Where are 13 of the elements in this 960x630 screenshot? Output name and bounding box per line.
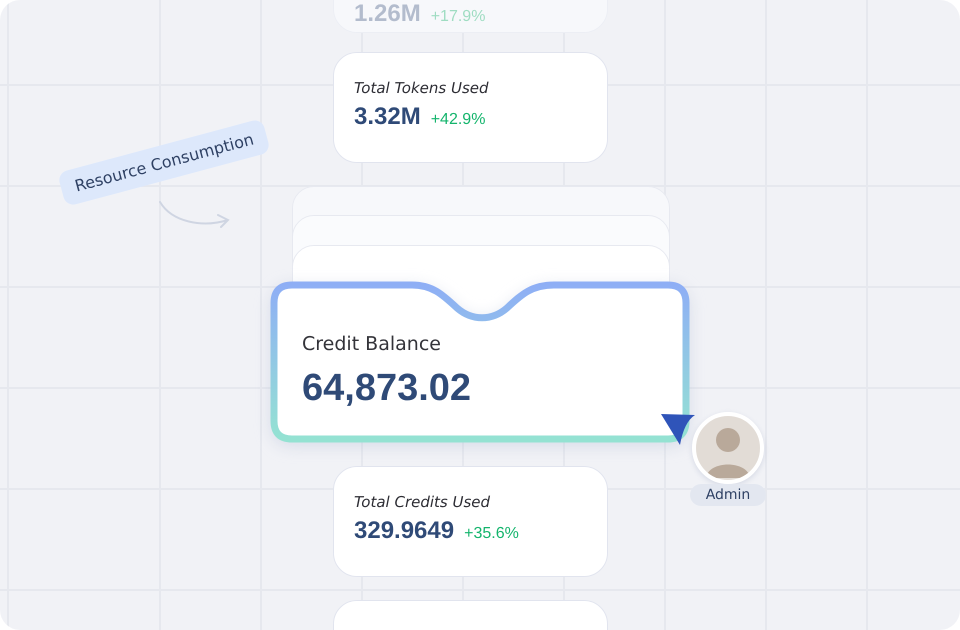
balance-label: Credit Balance bbox=[302, 333, 442, 355]
stat-value: 3.32M bbox=[354, 103, 421, 131]
cursor-icon bbox=[660, 412, 696, 446]
change-percent: +42.9% bbox=[430, 111, 486, 129]
stat-value: 329.9649 bbox=[354, 517, 454, 545]
change-percent: +17.9% bbox=[430, 8, 486, 26]
user-role-label: Admin bbox=[690, 484, 766, 506]
stat-label: Total Tokens Used bbox=[354, 79, 490, 97]
stat-label: Total Credits Used bbox=[354, 493, 492, 511]
balance-value: 64,873.02 bbox=[302, 367, 472, 410]
stat-value: 1.26M bbox=[354, 0, 421, 28]
curved-arrow-icon bbox=[158, 200, 232, 228]
change-percent: +35.6% bbox=[464, 525, 519, 543]
